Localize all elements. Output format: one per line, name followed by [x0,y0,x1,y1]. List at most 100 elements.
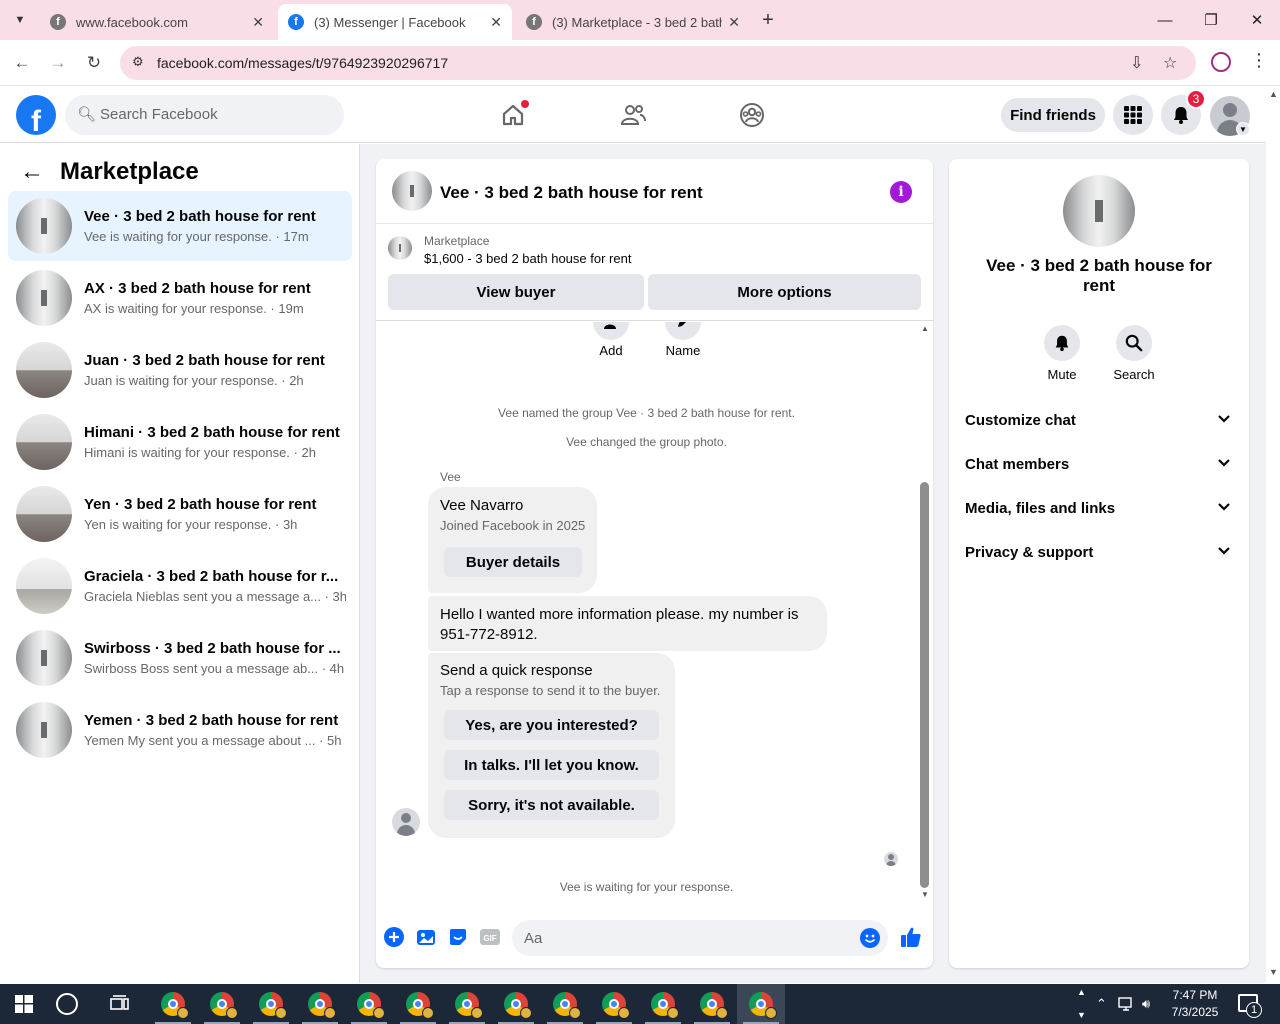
tab-marketplace[interactable]: f (3) Marketplace - 3 bed 2 bath h ✕ [516,4,750,40]
sender-avatar[interactable] [392,808,420,836]
message-input[interactable] [512,920,888,956]
quick-response-in-talks-button[interactable]: In talks. I'll let you know. [444,750,659,780]
taskbar-chrome-window[interactable] [590,984,638,1024]
url-text[interactable]: facebook.com/messages/t/9764923920296717 [157,55,448,71]
conversation-item[interactable]: Juan · 3 bed 2 bath house for rent Juan i… [8,335,352,405]
listing-thumbnail[interactable] [388,236,412,260]
forward-button[interactable]: → [45,50,71,76]
bookmark-star-icon[interactable]: ☆ [1163,53,1177,73]
taskbar-chrome-window[interactable] [149,984,197,1024]
photo-icon[interactable] [415,926,437,948]
scroll-up-icon[interactable]: ▲ [1269,89,1278,99]
more-options-button[interactable]: More options [648,274,921,310]
facebook-logo-icon[interactable]: f [16,95,56,135]
plus-icon[interactable] [383,926,405,948]
taskbar-chrome-window[interactable] [492,984,540,1024]
tab-search-dropdown[interactable]: ▼ [6,6,34,34]
quick-response-yes-button[interactable]: Yes, are you interested? [444,710,659,740]
chat-scrollbar[interactable]: ▲ ▼ [917,322,933,902]
message-bubble[interactable]: Hello I wanted more information please. … [428,596,827,651]
show-hidden-icons[interactable]: ⌃ [1096,984,1107,1024]
group-photo[interactable] [1063,175,1135,247]
close-window-button[interactable]: ✕ [1234,0,1280,40]
tab-messenger[interactable]: f (3) Messenger | Facebook ✕ [278,4,512,40]
volume-icon[interactable]: 🔊︎ [1142,984,1150,1024]
sticker-icon[interactable] [447,926,469,948]
browser-menu-icon[interactable]: ⋮ [1250,50,1268,71]
taskbar-chrome-window[interactable] [443,984,491,1024]
find-friends-button[interactable]: Find friends [1001,98,1105,132]
taskbar-chrome-window[interactable] [688,984,736,1024]
gif-icon[interactable]: GIF [479,926,501,948]
taskbar-chrome-window[interactable] [198,984,246,1024]
start-button[interactable] [0,984,48,1024]
section-customize-chat[interactable]: Customize chat [957,399,1241,443]
conversation-thumbnail [16,414,72,470]
search-icon: 🔍︎ [77,106,97,123]
menu-grid-button[interactable] [1113,95,1153,135]
site-info-icon[interactable]: ⚙ [132,54,144,70]
back-arrow-icon[interactable]: ← [20,158,44,186]
groups-nav-icon[interactable] [736,99,768,131]
taskbar-chrome-window[interactable] [737,984,785,1024]
chevron-down-icon[interactable]: ▼ [1236,122,1250,136]
search-in-chat-button[interactable]: Search [1094,325,1174,382]
tab-title: (3) Messenger | Facebook [314,14,466,30]
conversation-item[interactable]: AX · 3 bed 2 bath house for rent AX is wa… [8,263,352,333]
scroll-up-icon[interactable]: ▲ [921,324,929,333]
close-tab-icon[interactable]: ✕ [490,14,502,31]
page-scrollbar[interactable]: ▲ ▼ [1266,87,1280,983]
conversation-item[interactable]: Vee · 3 bed 2 bath house for rent Vee is … [8,191,352,261]
new-tab-button[interactable]: + [756,8,780,32]
emoji-icon[interactable] [860,928,880,948]
taskbar-overflow[interactable]: ▲ ▼ [1075,984,1089,1024]
minimize-button[interactable]: — [1142,0,1188,40]
friends-nav-icon[interactable] [617,99,649,131]
taskbar-chrome-window[interactable] [247,984,295,1024]
tab-facebook-home[interactable]: f www.facebook.com ✕ [40,4,274,40]
search-placeholder[interactable]: Search Facebook [100,106,218,123]
info-icon[interactable]: i [890,181,912,203]
thumbs-up-icon[interactable] [899,925,923,949]
conversation-thumbnail [16,342,72,398]
task-view-icon[interactable] [110,995,130,1013]
listing-price-title[interactable]: $1,600 - 3 bed 2 bath house for rent [424,251,631,266]
close-tab-icon[interactable]: ✕ [728,14,740,31]
chat-avatar[interactable] [392,171,432,211]
taskbar-chrome-window[interactable] [345,984,393,1024]
conversation-item[interactable]: Swirboss · 3 bed 2 bath house for ... Swi… [8,623,352,693]
taskbar-chrome-window[interactable] [639,984,687,1024]
conversation-item[interactable]: Yemen · 3 bed 2 bath house for rent Yemen… [8,695,352,765]
taskbar-search-icon[interactable] [56,993,78,1015]
browser-profile-icon[interactable] [1211,52,1231,72]
taskbar-clock[interactable]: 7:47 PM 7/3/2025 [1162,987,1228,1021]
conversation-item[interactable]: Himani · 3 bed 2 bath house for rent Hima… [8,407,352,477]
scrollbar-thumb[interactable] [920,482,929,888]
facebook-search-box[interactable]: 🔍︎ Search Facebook [65,95,344,135]
taskbar-chrome-window[interactable] [296,984,344,1024]
chevron-down-icon [1217,499,1231,518]
taskbar-chrome-window[interactable] [394,984,442,1024]
taskbar-chrome-window[interactable] [541,984,589,1024]
quick-response-not-available-button[interactable]: Sorry, it's not available. [444,790,659,820]
mute-button[interactable]: Mute [1022,325,1102,382]
add-people-button[interactable] [593,322,629,340]
conversation-item[interactable]: Yen · 3 bed 2 bath house for rent Yen is … [8,479,352,549]
chat-title[interactable]: Vee · 3 bed 2 bath house for rent [440,183,703,203]
scroll-down-icon[interactable]: ▼ [921,890,929,899]
back-button[interactable]: ← [9,50,35,76]
section-chat-members[interactable]: Chat members [957,443,1241,487]
reload-button[interactable]: ↻ [81,50,107,76]
name-group-button[interactable] [665,322,701,340]
install-app-icon[interactable]: ⇩ [1130,53,1143,73]
buyer-details-button[interactable]: Buyer details [444,547,582,577]
conversation-item[interactable]: Graciela · 3 bed 2 bath house for r... Gr… [8,551,352,621]
address-bar[interactable]: ⚙ facebook.com/messages/t/97649239202967… [120,46,1196,80]
view-buyer-button[interactable]: View buyer [388,274,644,310]
scroll-down-icon[interactable]: ▼ [1269,967,1278,977]
network-icon[interactable] [1118,984,1136,1024]
section-media-files-links[interactable]: Media, files and links [957,487,1241,531]
restore-button[interactable]: ❐ [1188,0,1234,40]
close-tab-icon[interactable]: ✕ [252,14,264,31]
section-privacy-support[interactable]: Privacy & support [957,531,1241,575]
